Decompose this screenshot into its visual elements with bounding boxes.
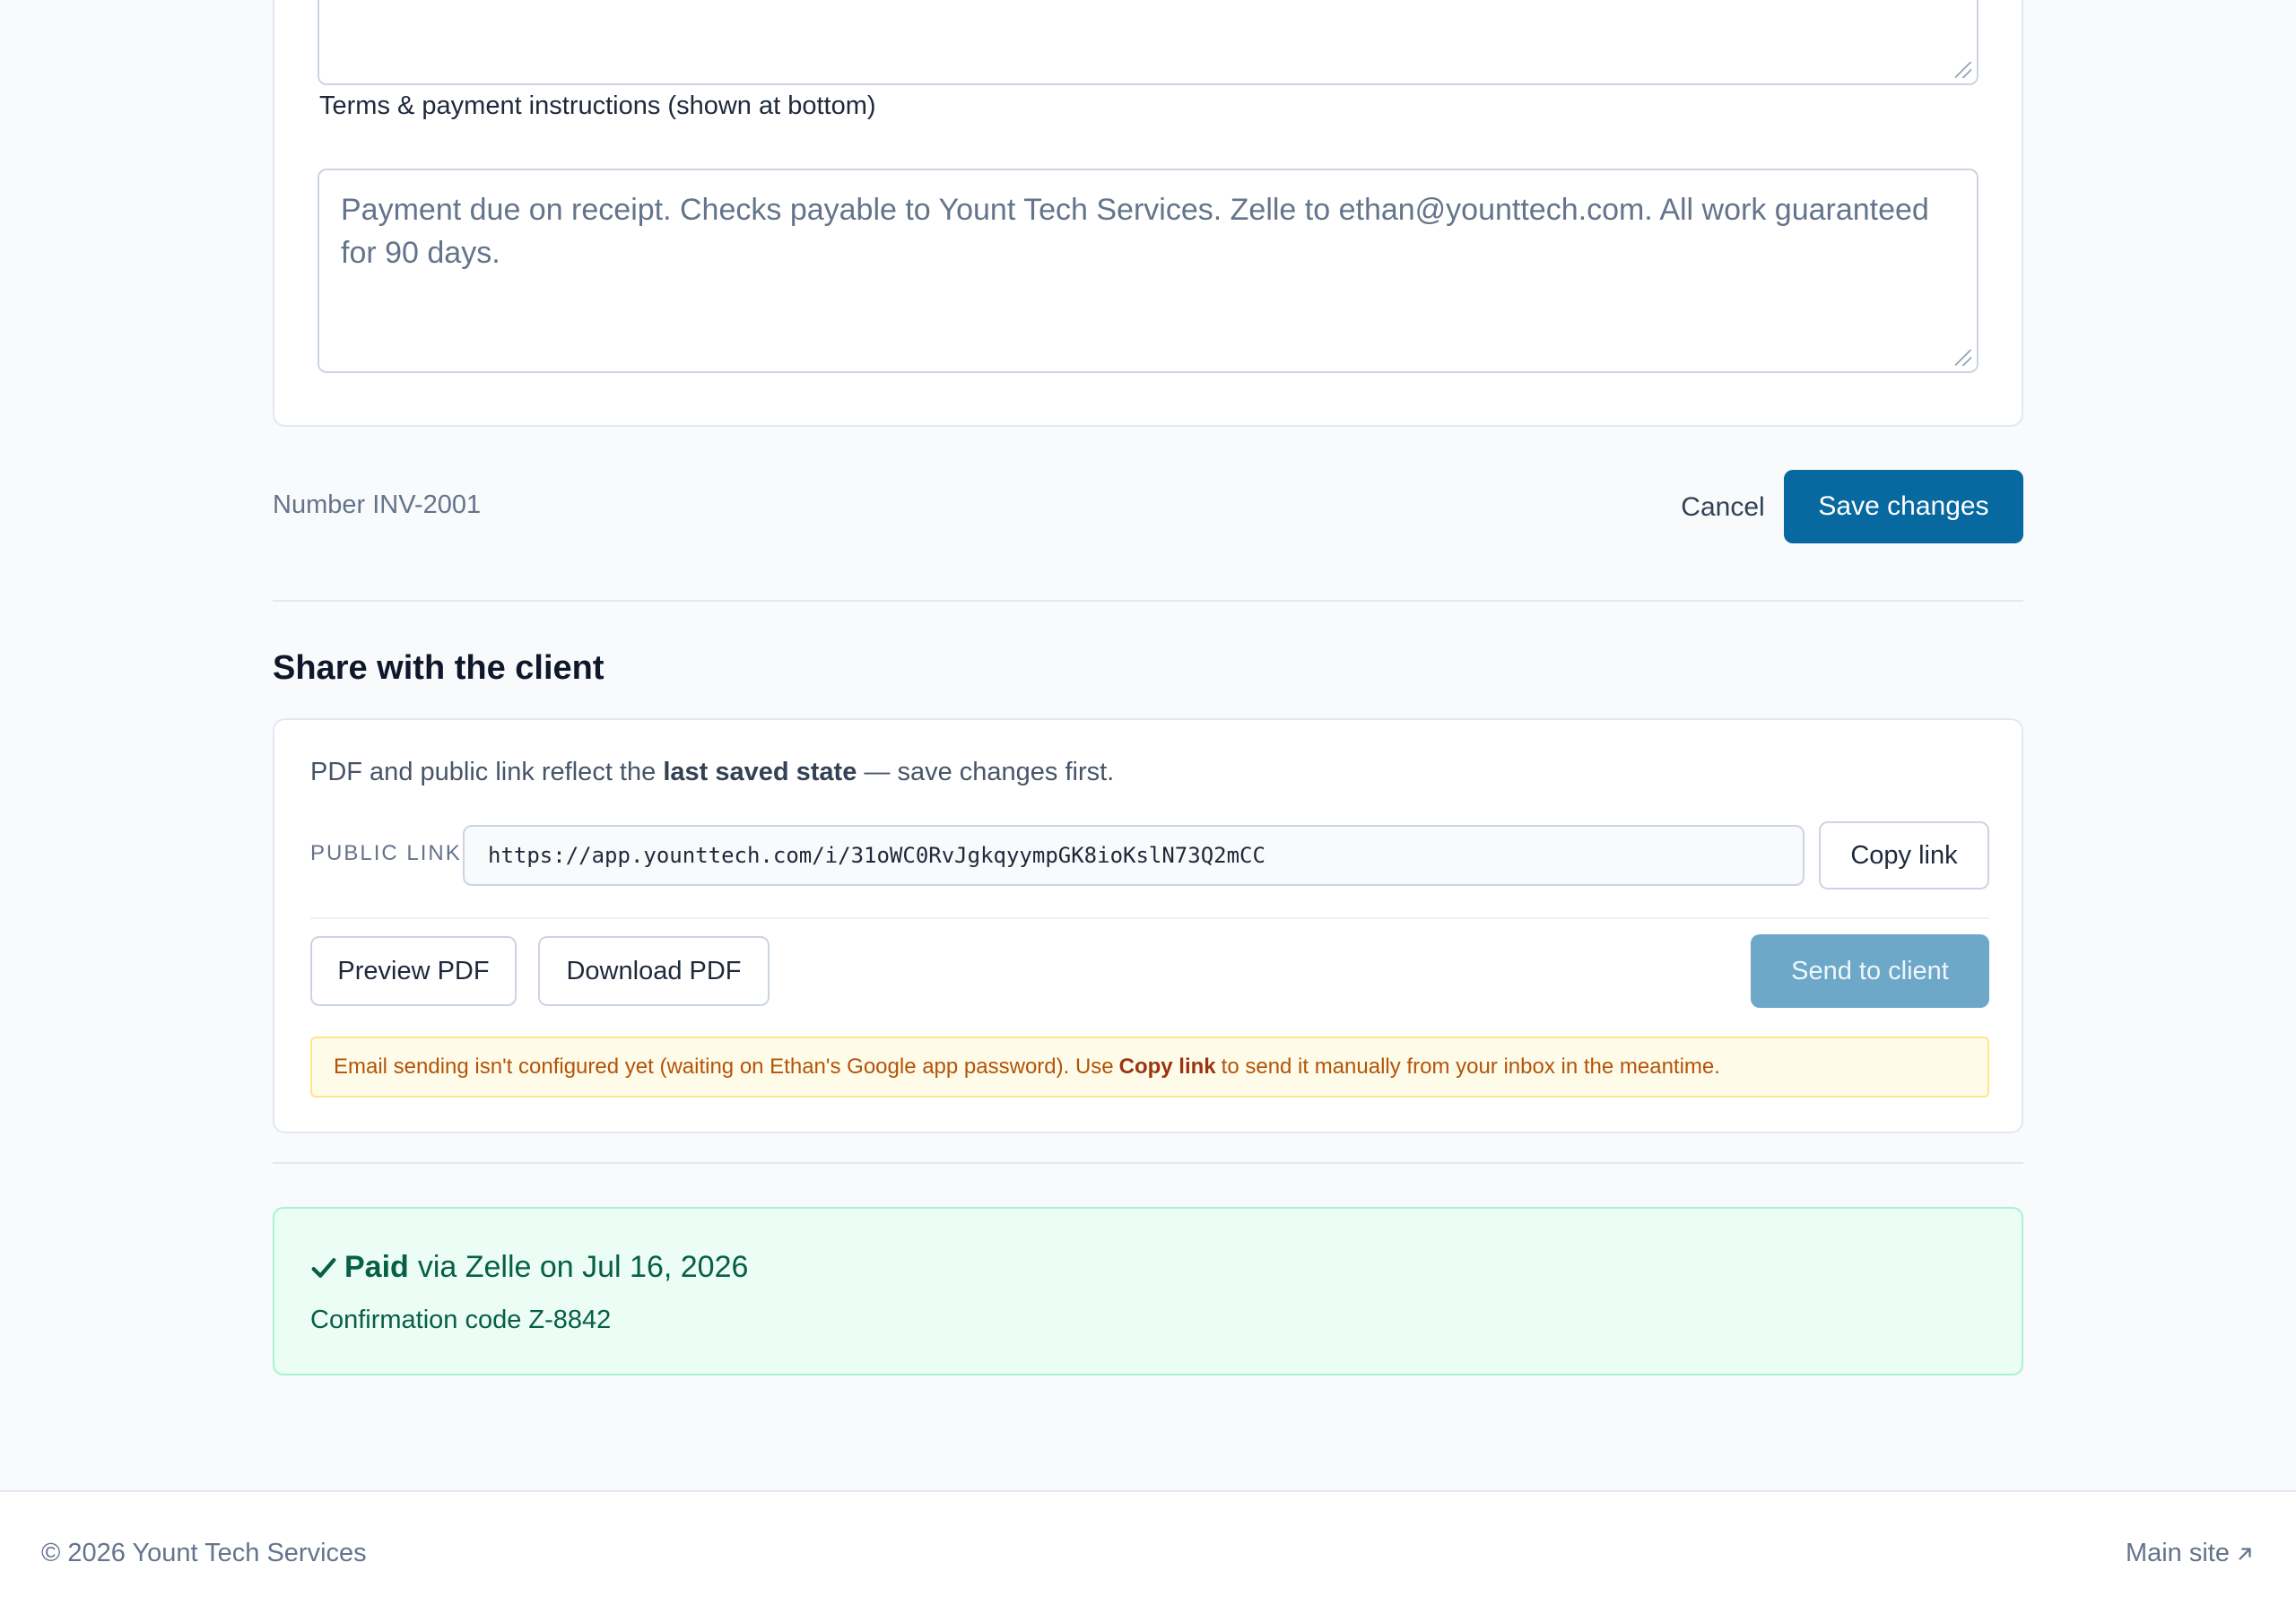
share-note-bold: last saved state [663,758,857,786]
page-footer: © 2026 Yount Tech Services Main site [0,1490,2296,1614]
share-note-prefix: PDF and public link reflect the [310,758,657,786]
payment-detail: via Zelle on Jul 16, 2026 [417,1250,749,1284]
resize-handle-icon[interactable] [1955,350,1971,366]
save-changes-button[interactable]: Save changes [1784,470,2023,543]
share-note-suffix: — save changes first. [864,758,1115,786]
preview-pdf-button[interactable]: Preview PDF [310,936,517,1006]
terms-textarea[interactable]: Payment due on receipt. Checks payable t… [317,169,1979,373]
share-note: PDF and public link reflect the last sav… [310,758,1114,787]
payment-status-line: Paid via Zelle on Jul 16, 2026 [310,1250,748,1285]
share-divider [310,917,1989,919]
download-pdf-button[interactable]: Download PDF [538,936,770,1006]
section-divider [273,600,2023,602]
warning-suffix: to send it manually from your inbox in t… [1221,1054,1720,1079]
external-arrow-icon [2239,1547,2251,1560]
email-warning-banner: Email sending isn't configured yet (wait… [310,1037,1989,1098]
main-site-label: Main site [2125,1539,2230,1567]
send-to-client-button[interactable]: Send to client [1751,934,1989,1008]
share-card: PDF and public link reflect the last sav… [273,718,2023,1133]
terms-text: Payment due on receipt. Checks payable t… [341,193,1929,270]
copy-link-button[interactable]: Copy link [1819,821,1989,889]
public-link-input[interactable]: https://app.younttech.com/i/31oWC0RvJgkq… [463,825,1805,886]
warning-bold: Copy link [1118,1054,1216,1079]
confirmation-code: Confirmation code Z-8842 [310,1306,612,1334]
warning-prefix: Email sending isn't configured yet (wait… [334,1054,1114,1079]
check-icon [311,1257,336,1278]
notes-textarea[interactable] [317,0,1979,85]
cancel-button[interactable]: Cancel [1668,472,1778,543]
main-site-link[interactable]: Main site [2126,1539,2255,1568]
payment-status-card: Paid via Zelle on Jul 16, 2026 Confirmat… [273,1207,2023,1375]
invoice-number: Number INV-2001 [273,490,482,519]
payment-status: Paid [344,1250,409,1284]
copyright-text: © 2026 Yount Tech Services [41,1539,367,1567]
invoice-form-card: Terms & payment instructions (shown at b… [273,0,2023,427]
terms-label: Terms & payment instructions (shown at b… [319,91,876,120]
resize-handle-icon[interactable] [1955,62,1971,78]
public-link-label: PUBLIC LINK [310,841,462,865]
section-divider [273,1162,2023,1164]
share-section-title: Share with the client [273,649,604,687]
